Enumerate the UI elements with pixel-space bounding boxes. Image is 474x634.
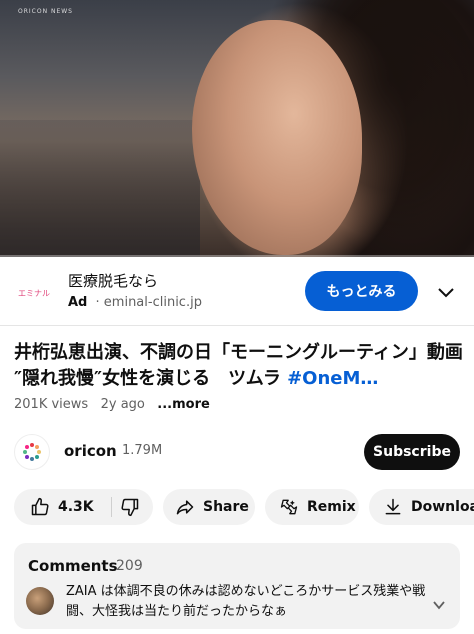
download-button[interactable]: Download xyxy=(369,489,474,525)
ad-badge: Ad xyxy=(68,295,88,310)
channel-name[interactable]: oricon xyxy=(64,442,117,460)
like-count: 4.3K xyxy=(58,499,94,515)
channel-avatar[interactable] xyxy=(14,434,50,470)
top-comment-text: ZAIA は体調不良の休みは認めないどころかサービス残業や戦闘、大怪我は当たり前… xyxy=(66,584,426,619)
upload-age: 2y ago xyxy=(100,397,145,412)
action-bar: 4.3K Share Remix Download xyxy=(14,489,474,525)
ad-logo: エミナル xyxy=(18,288,50,298)
ad-banner[interactable]: エミナル 医療脱毛なら Ad · eminal-clinic.jp もっとみる xyxy=(0,262,474,326)
comments-count: 209 xyxy=(116,558,143,574)
video-player[interactable]: ORICON NEWS xyxy=(0,0,474,257)
share-label: Share xyxy=(203,499,249,515)
comments-section[interactable]: Comments 209 ZAIA は体調不良の休みは認めないどころかサービス残… xyxy=(14,543,460,629)
dislike-button[interactable] xyxy=(120,497,140,517)
video-meta[interactable]: 201K views 2y ago ...more xyxy=(14,397,210,412)
remix-button[interactable]: Remix xyxy=(265,489,359,525)
channel-row: oricon 1.79M Subscribe xyxy=(0,432,474,472)
ad-title[interactable]: 医療脱毛なら xyxy=(68,270,158,291)
ad-meta: Ad · eminal-clinic.jp xyxy=(68,295,202,310)
like-divider xyxy=(111,497,112,517)
thumbs-up-icon xyxy=(31,497,49,516)
commenter-avatar xyxy=(26,587,54,615)
share-button[interactable]: Share xyxy=(163,489,255,525)
like-button[interactable]: 4.3K xyxy=(14,489,94,525)
chevron-down-icon[interactable] xyxy=(432,597,446,611)
video-title[interactable]: 井桁弘恵出演、不調の日「モーニングルーティン」動画 ″隠れ我慢″女性を演じる ツ… xyxy=(14,340,474,392)
more-link[interactable]: ...more xyxy=(157,397,210,412)
share-icon xyxy=(176,500,194,515)
thumbs-down-icon xyxy=(121,498,139,517)
ad-domain: eminal-clinic.jp xyxy=(103,295,202,310)
video-title-text: 井桁弘恵出演、不調の日「モーニングルーティン」動画 ″隠れ我慢″女性を演じる ツ… xyxy=(14,342,474,389)
download-label: Download xyxy=(411,499,474,515)
chevron-down-icon[interactable] xyxy=(432,278,460,306)
video-background xyxy=(0,120,200,257)
like-dislike-pill: 4.3K xyxy=(14,489,153,525)
view-count: 201K views xyxy=(14,397,89,412)
ad-separator: · xyxy=(95,295,100,310)
remix-icon xyxy=(280,499,298,515)
video-progress-bar[interactable] xyxy=(0,255,474,258)
download-icon xyxy=(385,498,401,515)
comments-heading: Comments xyxy=(28,557,118,575)
subscriber-count: 1.79M xyxy=(122,443,163,458)
subscribe-button[interactable]: Subscribe xyxy=(364,434,460,470)
remix-label: Remix xyxy=(307,499,356,515)
ad-cta-button[interactable]: もっとみる xyxy=(305,271,418,311)
video-title-hashtag[interactable]: #OneM… xyxy=(287,368,378,389)
video-face xyxy=(192,20,362,255)
video-watermark: ORICON NEWS xyxy=(18,8,73,15)
